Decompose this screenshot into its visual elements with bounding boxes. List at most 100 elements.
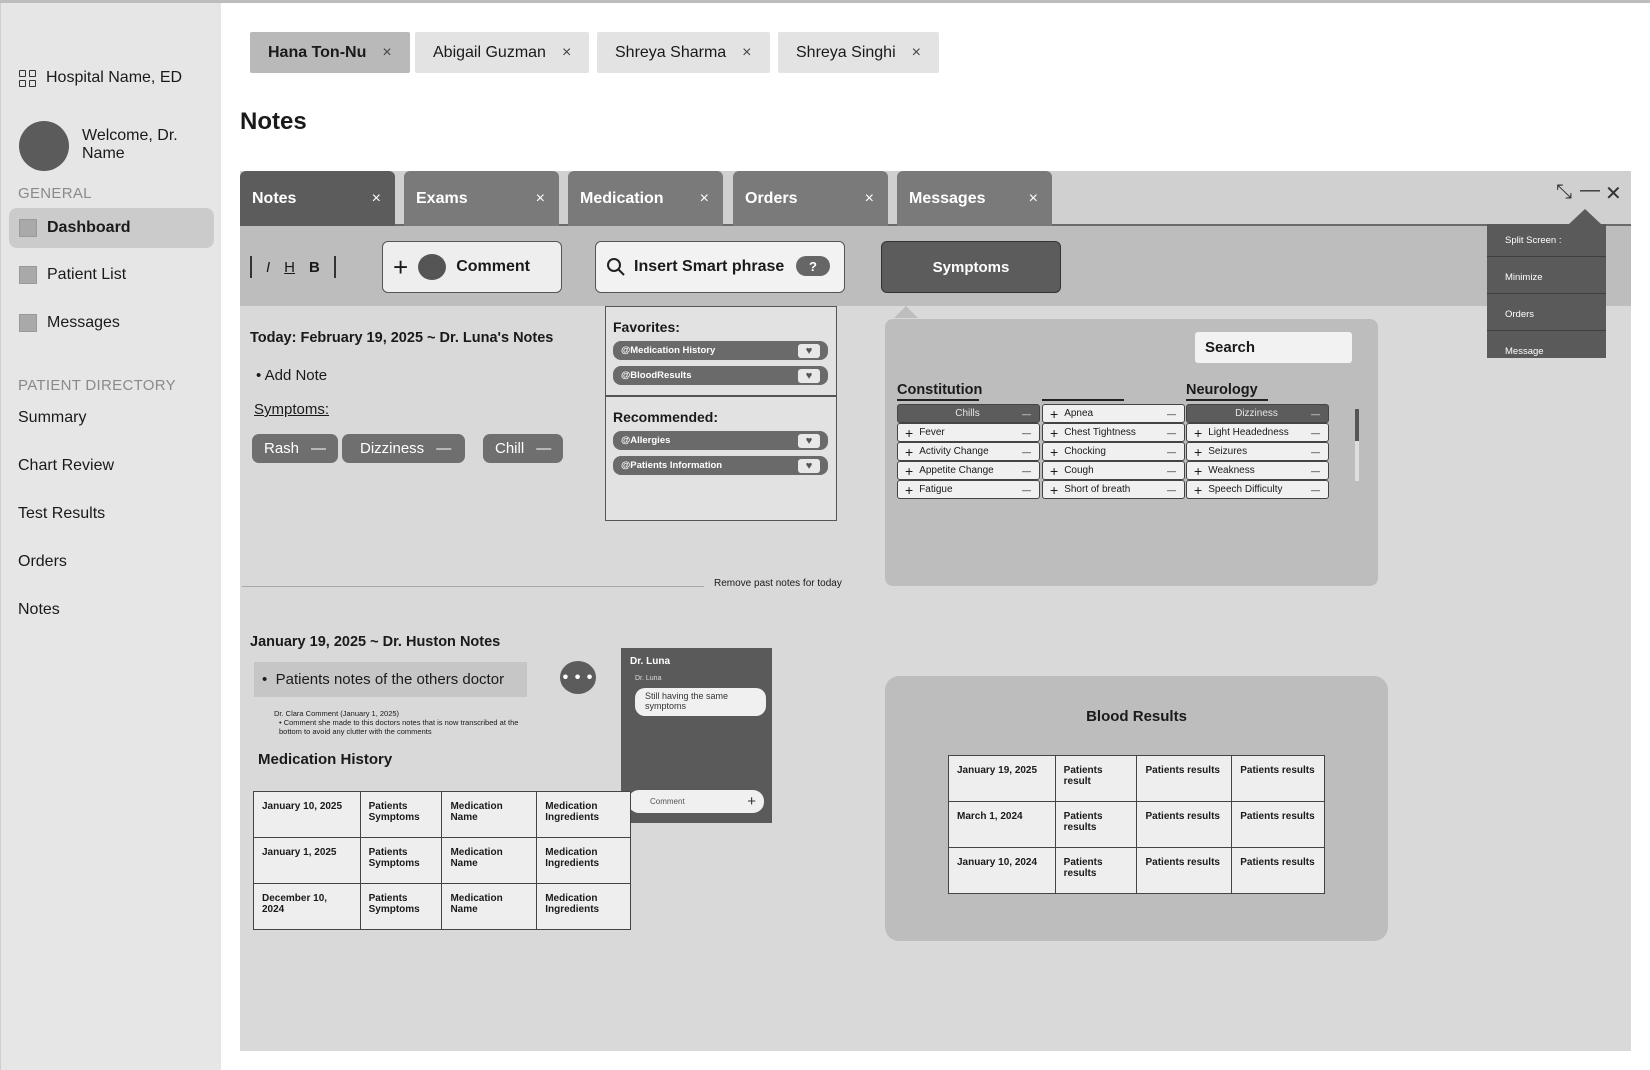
recommended-item[interactable]: @Patients Information ♥	[613, 456, 828, 475]
minus-icon[interactable]: —	[1167, 447, 1176, 457]
patient-tab-abigail[interactable]: Abigail Guzman ×	[415, 32, 590, 73]
bold-button[interactable]: B	[309, 259, 320, 276]
grid-icon	[19, 69, 36, 87]
help-icon[interactable]: ?	[796, 256, 830, 276]
heart-icon[interactable]: ♥	[798, 368, 820, 383]
symptom-search-input[interactable]: Search	[1195, 332, 1352, 363]
symptom-option[interactable]: + Appetite Change —	[897, 461, 1040, 480]
italic-button[interactable]: I	[266, 259, 270, 276]
heart-icon[interactable]: ♥	[798, 458, 820, 473]
heart-icon[interactable]: ♥	[798, 433, 820, 448]
close-icon[interactable]: ×	[562, 44, 571, 62]
minus-icon[interactable]: —	[1311, 466, 1320, 476]
close-icon[interactable]: ×	[1029, 190, 1038, 208]
symptom-option[interactable]: + Light Headedness —	[1186, 423, 1329, 442]
previous-notes-heading: January 19, 2025 ~ Dr. Huston Notes	[250, 634, 501, 650]
symptom-option[interactable]: + Fever —	[897, 423, 1040, 442]
minus-icon[interactable]: —	[1311, 447, 1320, 457]
tab-notes[interactable]: Notes ×	[240, 171, 395, 226]
symptom-option[interactable]: + Seizures —	[1186, 442, 1329, 461]
minus-icon[interactable]: —	[1311, 409, 1320, 419]
symptom-option[interactable]: + Cough —	[1042, 461, 1185, 480]
minimize-icon[interactable]: —	[1580, 179, 1600, 202]
favorite-item[interactable]: @Medication History ♥	[613, 341, 828, 360]
close-icon[interactable]: ×	[382, 44, 391, 62]
plus-icon[interactable]: +	[747, 793, 756, 810]
tab-messages[interactable]: Messages ×	[897, 171, 1052, 226]
patient-tab-shreya-singhi[interactable]: Shreya Singhi ×	[778, 32, 939, 73]
minus-icon[interactable]: —	[1022, 466, 1031, 476]
tab-orders[interactable]: Orders ×	[733, 171, 888, 226]
menu-item-message[interactable]: Message	[1487, 335, 1606, 368]
expand-icon[interactable]: ⤡	[1556, 181, 1572, 204]
sidebar-item-summary[interactable]: Summary	[18, 409, 86, 427]
tab-exams[interactable]: Exams ×	[404, 171, 559, 226]
menu-item-orders[interactable]: Orders	[1487, 298, 1606, 331]
menu-item-minimize[interactable]: Minimize	[1487, 261, 1606, 294]
menu-item-split-screen[interactable]: Split Screen :	[1487, 224, 1606, 257]
add-comment-button[interactable]: + Comment	[382, 241, 562, 293]
close-window-icon[interactable]: ✕	[1605, 181, 1622, 206]
symptoms-button[interactable]: Symptoms	[881, 241, 1061, 293]
sidebar-item-notes[interactable]: Notes	[18, 601, 60, 619]
recommended-item[interactable]: @Allergies ♥	[613, 431, 828, 450]
sidebar-item-messages[interactable]: Messages	[9, 303, 214, 343]
patient-tab-hana[interactable]: Hana Ton-Nu ×	[250, 32, 410, 73]
add-note-button[interactable]: • Add Note	[256, 367, 327, 384]
chat-comment-input[interactable]: Comment +	[628, 790, 764, 813]
symptom-chip-dizziness[interactable]: Dizziness —	[342, 434, 466, 463]
heart-icon[interactable]: ♥	[798, 343, 820, 358]
close-icon[interactable]: ×	[700, 190, 709, 208]
format-controls: I H B	[250, 256, 336, 278]
heading-button[interactable]: H	[284, 259, 295, 276]
plus-icon: +	[1194, 462, 1203, 479]
symptom-option-label: Fever	[919, 427, 945, 438]
symptom-option[interactable]: + Speech Difficulty —	[1186, 480, 1329, 499]
close-icon[interactable]: ×	[865, 190, 874, 208]
symptom-option[interactable]: + Chest Tightness —	[1042, 423, 1185, 442]
favorite-item[interactable]: @BloodResults ♥	[613, 366, 828, 385]
avatar[interactable]	[19, 121, 69, 171]
symptom-option[interactable]: Chills —	[897, 404, 1040, 423]
close-icon[interactable]: ×	[372, 190, 381, 208]
minus-icon[interactable]: —	[1167, 485, 1176, 495]
minus-icon[interactable]: —	[1022, 428, 1031, 438]
hospital-selector[interactable]: Hospital Name, ED	[19, 69, 182, 87]
symptom-chip-chill[interactable]: Chill —	[483, 434, 564, 463]
symptom-option[interactable]: + Weakness —	[1186, 461, 1329, 480]
sidebar-item-patient-list[interactable]: Patient List	[9, 255, 214, 295]
symptom-option[interactable]: + Chocking —	[1042, 442, 1185, 461]
minus-icon[interactable]: —	[1167, 466, 1176, 476]
sidebar-item-orders[interactable]: Orders	[18, 553, 67, 571]
close-icon[interactable]: ×	[742, 44, 751, 62]
sidebar-item-dashboard[interactable]: Dashboard	[9, 208, 214, 248]
tab-medication[interactable]: Medication ×	[568, 171, 723, 226]
sidebar-item-chart-review[interactable]: Chart Review	[18, 457, 114, 475]
minus-icon[interactable]: —	[1311, 485, 1320, 495]
symptom-option[interactable]: Dizziness —	[1186, 404, 1329, 423]
remove-past-notes-link[interactable]: Remove past notes for today	[714, 578, 842, 589]
symptom-option[interactable]: + Fatigue —	[897, 480, 1040, 499]
symptom-option[interactable]: + Apnea —	[1042, 404, 1185, 423]
close-icon[interactable]: ×	[536, 190, 545, 208]
minus-icon[interactable]: —	[1022, 447, 1031, 457]
minus-icon[interactable]: —	[1167, 409, 1176, 419]
minus-icon[interactable]: —	[1022, 485, 1031, 495]
favorite-label: @BloodResults	[621, 370, 692, 381]
scrollbar-thumb[interactable]	[1355, 409, 1359, 441]
symptom-option[interactable]: + Activity Change —	[897, 442, 1040, 461]
symptom-chip-rash[interactable]: Rash —	[252, 434, 339, 463]
patient-tab-shreya-sharma[interactable]: Shreya Sharma ×	[597, 32, 770, 73]
chat-icon[interactable]: • • •	[560, 661, 596, 694]
remove-icon[interactable]: —	[536, 440, 551, 457]
sidebar-item-test-results[interactable]: Test Results	[18, 505, 105, 523]
minus-icon[interactable]: —	[1167, 428, 1176, 438]
remove-icon[interactable]: —	[311, 440, 326, 457]
minus-icon[interactable]: —	[1311, 428, 1320, 438]
symptom-option[interactable]: + Short of breath —	[1042, 480, 1185, 499]
minus-icon[interactable]: —	[1022, 409, 1031, 419]
plus-icon: +	[1050, 481, 1059, 498]
smart-phrase-input[interactable]: Insert Smart phrase ?	[595, 241, 845, 293]
remove-icon[interactable]: —	[436, 440, 451, 457]
close-icon[interactable]: ×	[912, 44, 921, 62]
